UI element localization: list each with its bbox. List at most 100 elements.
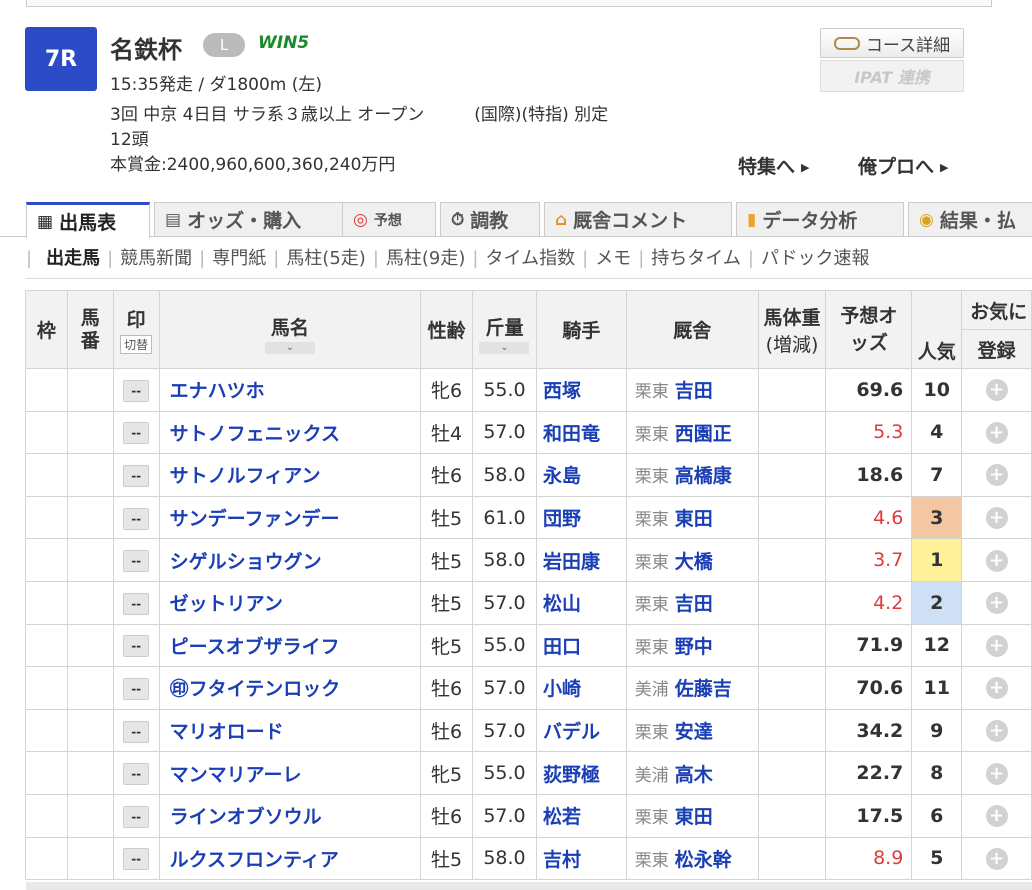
subnav-past5[interactable]: 馬柱(5走) [286,248,366,269]
tab-odds[interactable]: ▤ オッズ・購入 [154,202,364,236]
mark-cell[interactable]: -- [112,453,160,497]
plus-circle-icon[interactable]: + [985,549,1008,572]
tab-prediction[interactable]: ◎ 予想 [342,202,436,236]
horse-name-link[interactable]: マリオロード [158,708,422,753]
jockey-link[interactable]: 西塚 [535,368,627,412]
mark-selector[interactable]: -- [123,550,150,573]
favorite-add-cell[interactable]: + [961,368,1032,412]
plus-circle-icon[interactable]: + [985,634,1008,657]
tab-stable-comment[interactable]: ⌂ 厩舎コメント [544,202,732,236]
trainer-link[interactable]: 大橋 [675,551,713,573]
subnav-time-index[interactable]: タイム指数 [485,248,575,269]
mark-switch-button[interactable]: 切替 [120,335,153,354]
plus-circle-icon[interactable]: + [985,677,1008,700]
horse-name-link[interactable]: サトノフェニックス [158,410,422,455]
trainer-link[interactable]: 高木 [675,764,713,786]
tab-results[interactable]: ◉ 結果・払 [908,202,1032,236]
mark-selector[interactable]: -- [123,422,150,445]
trainer-link[interactable]: 佐藤吉 [675,678,732,700]
tab-data-analysis[interactable]: ▮ データ分析 [736,202,904,236]
favorite-add-cell[interactable]: + [961,538,1032,582]
trainer-link[interactable]: 安達 [675,721,713,743]
subnav-memo[interactable]: メモ [595,248,631,269]
sort-chevron-icon[interactable]: ⌄ [264,342,315,354]
mark-cell[interactable]: -- [112,495,160,540]
mark-cell[interactable]: -- [112,836,160,881]
mark-selector[interactable]: -- [123,677,150,700]
mark-cell[interactable]: -- [112,368,160,412]
jockey-link[interactable]: バデル [535,708,627,753]
horse-name-link[interactable]: サンデーファンデー [158,495,422,540]
mark-cell[interactable]: -- [112,793,160,838]
plus-circle-icon[interactable]: + [985,379,1008,402]
subnav-past9[interactable]: 馬柱(9走) [386,248,466,269]
plus-circle-icon[interactable]: + [985,762,1008,785]
mark-selector[interactable]: -- [123,592,150,615]
favorite-add-cell[interactable]: + [961,580,1032,625]
jockey-link[interactable]: 和田竜 [535,410,627,455]
mark-selector[interactable]: -- [123,848,150,871]
trainer-link[interactable]: 東田 [675,806,713,828]
horse-name-link[interactable]: マンマリアーレ [158,751,422,795]
sort-chevron-icon[interactable]: ⌄ [479,342,530,354]
jockey-link[interactable]: 団野 [535,495,627,540]
favorite-add-cell[interactable]: + [961,453,1032,497]
jockey-link[interactable]: 吉村 [535,836,627,881]
subnav-paddock[interactable]: パドック速報 [761,248,870,269]
horse-name-link[interactable]: エナハツホ [158,368,422,412]
mark-selector[interactable]: -- [123,507,150,530]
mark-selector[interactable]: -- [123,379,150,402]
trainer-link[interactable]: 西園正 [675,423,732,445]
col-horse[interactable]: 馬名 ⌄ [158,290,422,369]
trainer-link[interactable]: 高橋康 [675,465,732,487]
ipat-link-button[interactable]: IPAT 連携 [820,60,964,92]
tab-training[interactable]: ⏱ 調教 [440,202,540,236]
subnav-newspaper[interactable]: 競馬新聞 [120,248,192,269]
jockey-link[interactable]: 荻野極 [535,751,627,795]
my-pro-link[interactable]: 俺プロへ ▶ [858,152,948,179]
favorite-add-cell[interactable]: + [961,751,1032,795]
trainer-link[interactable]: 野中 [675,636,713,658]
jockey-link[interactable]: 松山 [535,580,627,625]
horse-name-link[interactable]: ピースオブザライフ [158,623,422,668]
favorite-add-cell[interactable]: + [961,708,1032,753]
mark-cell[interactable]: -- [112,623,160,668]
mark-cell[interactable]: -- [112,410,160,455]
trainer-link[interactable]: 東田 [675,508,713,530]
tab-shutsubahyo[interactable]: ▦ 出馬表 [26,202,150,238]
mark-cell[interactable]: -- [112,751,160,795]
mark-cell[interactable]: -- [112,580,160,625]
horse-name-link[interactable]: ラインオブソウル [158,793,422,838]
plus-circle-icon[interactable]: + [985,720,1008,743]
favorite-add-cell[interactable]: + [961,623,1032,668]
favorite-add-cell[interactable]: + [961,793,1032,838]
mark-selector[interactable]: -- [123,635,150,658]
mark-cell[interactable]: -- [112,708,160,753]
mark-selector[interactable]: -- [123,464,150,487]
favorite-add-cell[interactable]: + [961,410,1032,455]
subnav-runners[interactable]: 出走馬 [46,248,100,269]
plus-circle-icon[interactable]: + [985,464,1008,487]
mark-selector[interactable]: -- [123,720,150,743]
jockey-link[interactable]: 小崎 [535,666,627,710]
trainer-link[interactable]: 吉田 [675,593,713,615]
mark-selector[interactable]: -- [123,763,150,786]
favorite-add-cell[interactable]: + [961,836,1032,881]
horse-name-link[interactable]: シゲルショウグン [158,538,422,582]
jockey-link[interactable]: 松若 [535,793,627,838]
plus-circle-icon[interactable]: + [985,421,1008,444]
plus-circle-icon[interactable]: + [985,847,1008,870]
jockey-link[interactable]: 永島 [535,453,627,497]
subnav-specialist[interactable]: 専門紙 [212,248,266,269]
trainer-link[interactable]: 吉田 [675,380,713,402]
trainer-link[interactable]: 松永幹 [675,849,732,871]
mark-cell[interactable]: -- [112,538,160,582]
jockey-link[interactable]: 岩田康 [535,538,627,582]
mark-selector[interactable]: -- [123,805,150,828]
horse-name-link[interactable]: ルクスフロンティア [158,836,422,881]
course-detail-button[interactable]: コース詳細 [820,28,964,58]
jockey-link[interactable]: 田口 [535,623,627,668]
plus-circle-icon[interactable]: + [985,507,1008,530]
col-weight[interactable]: 斤量 ⌄ [472,290,537,369]
mark-cell[interactable]: -- [112,666,160,710]
